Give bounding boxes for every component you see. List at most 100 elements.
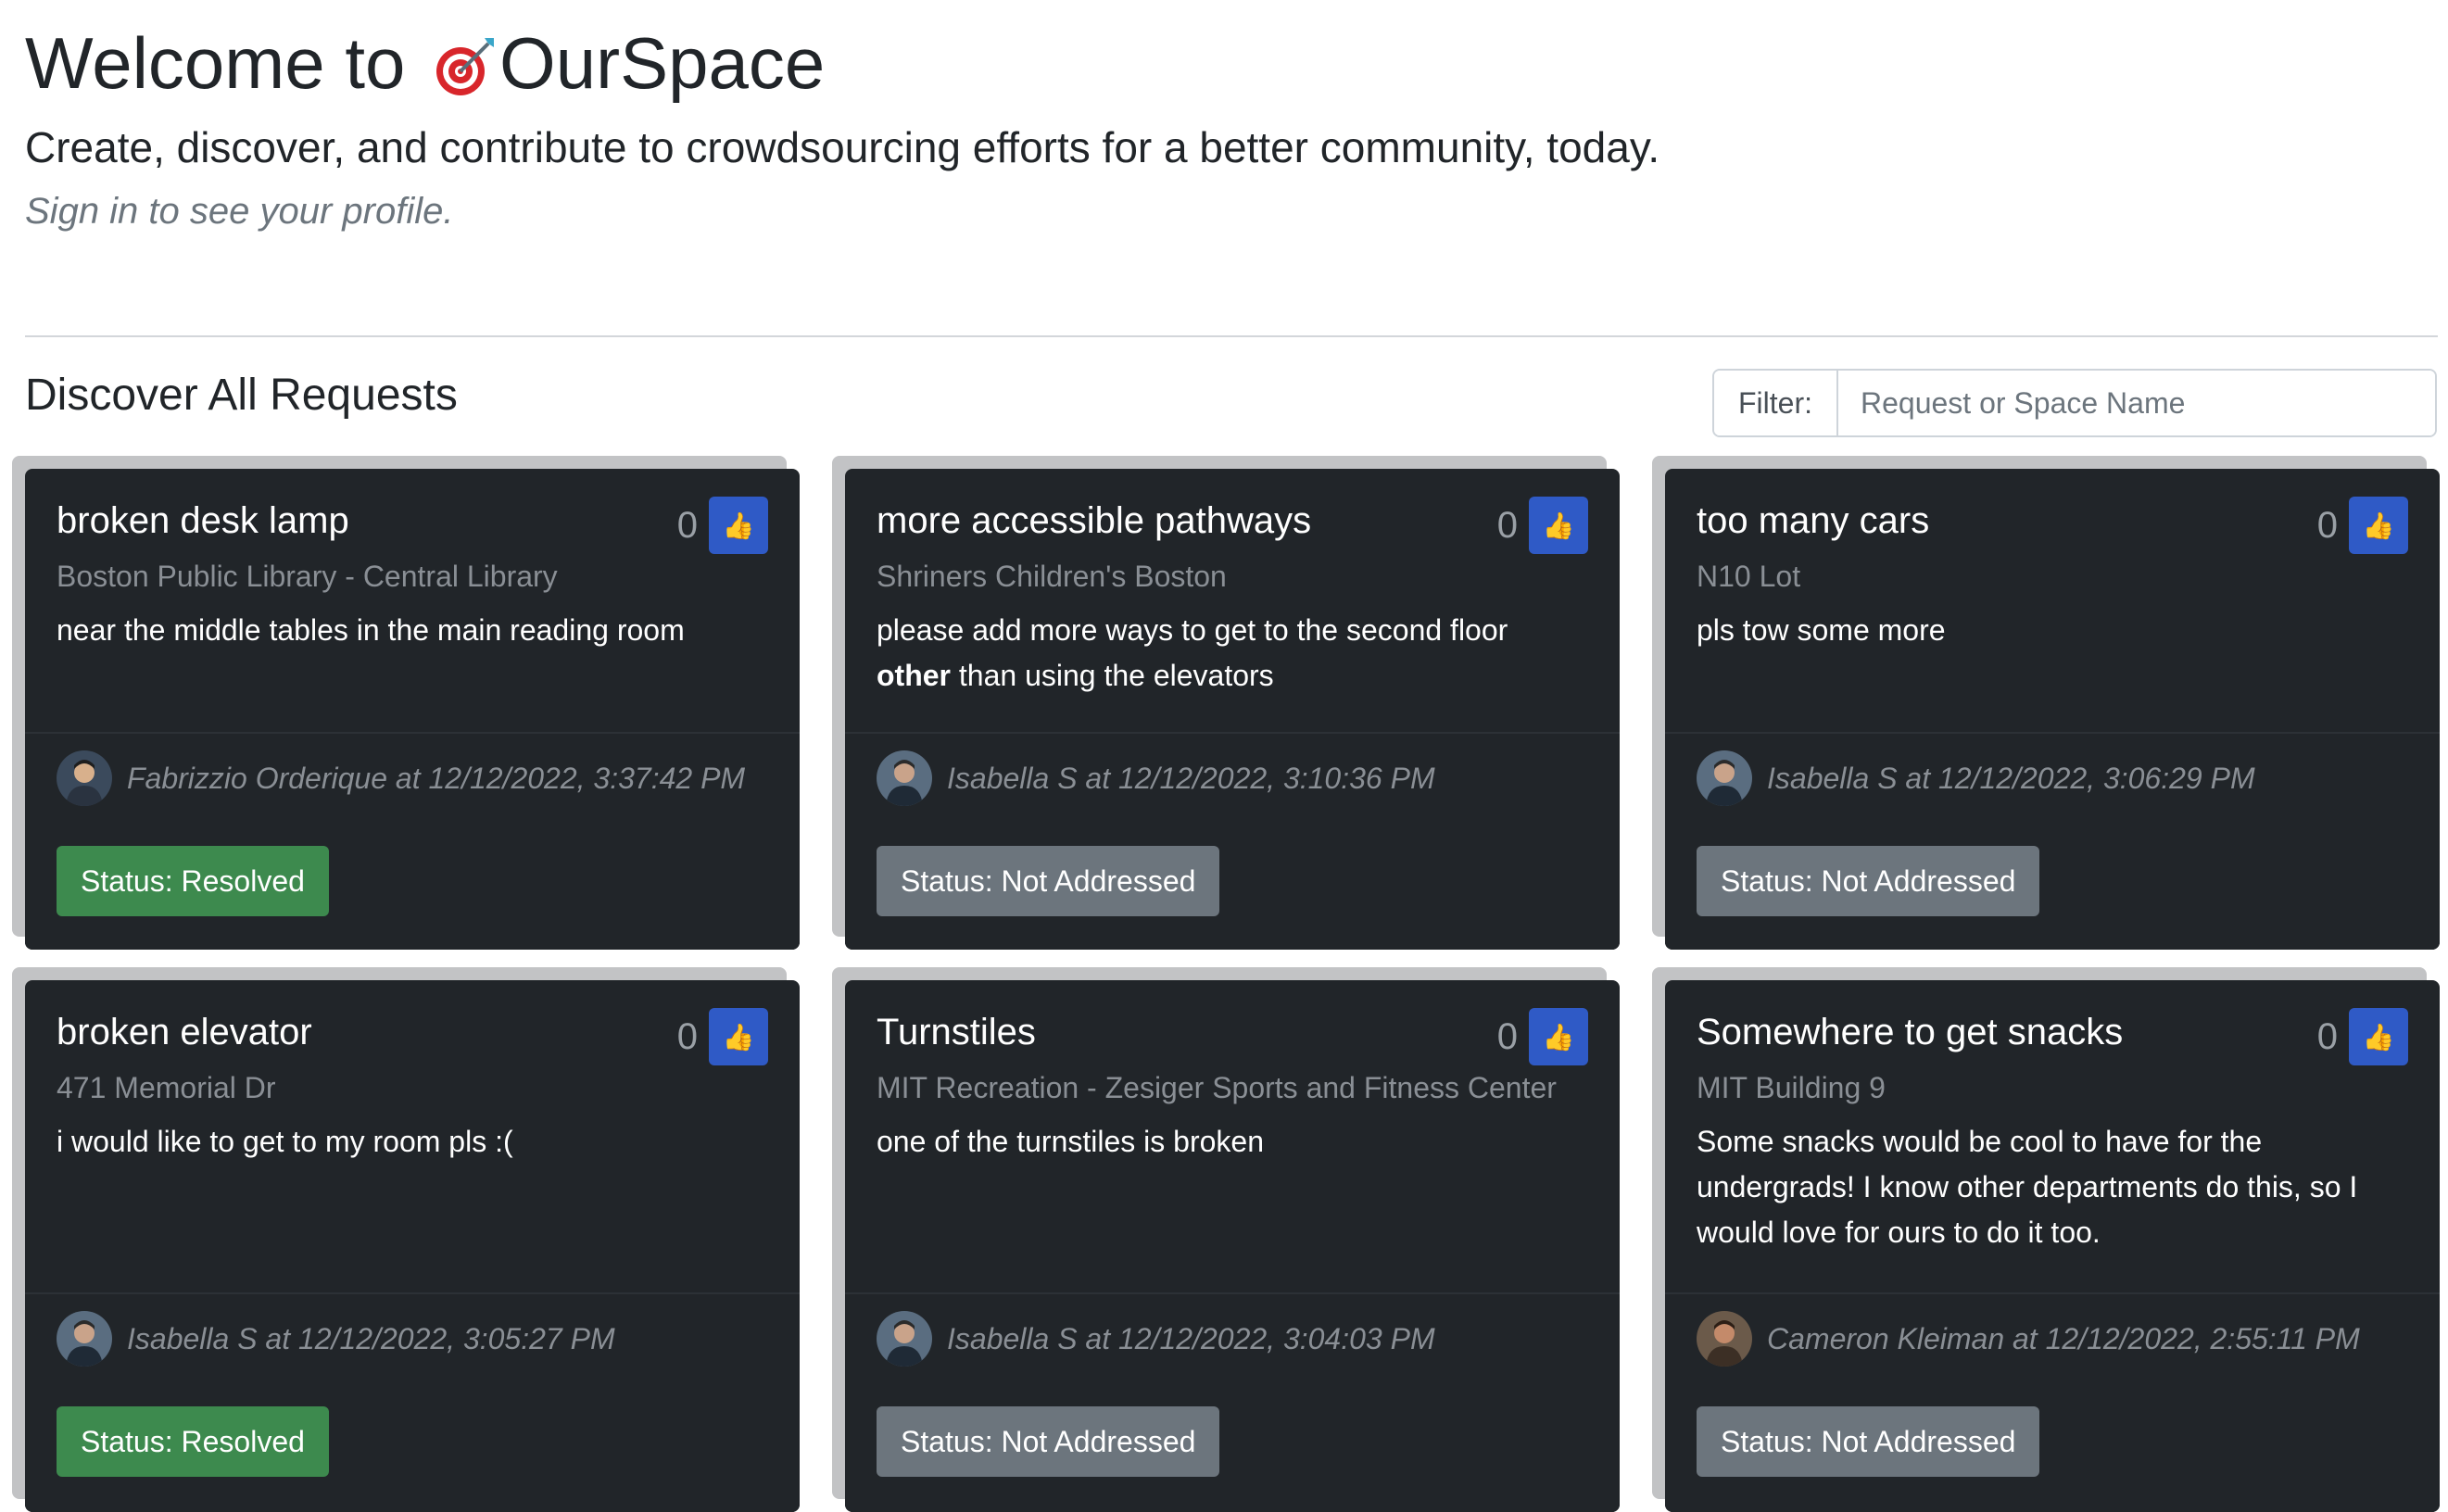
upvote-button[interactable]: 👍 xyxy=(1529,1008,1588,1065)
request-card[interactable]: too many cars 0 👍 N10 Lot pls tow some more I… xyxy=(1652,456,2448,969)
vote-group: 0 👍 xyxy=(1497,1008,1588,1065)
space-name: N10 Lot xyxy=(1697,560,1801,593)
description-text: Some snacks would be cool to have for th… xyxy=(1697,1125,2358,1249)
vote-count: 0 xyxy=(1496,1016,1518,1057)
card-footer: Fabrizzio Orderique at 12/12/2022, 3:37:… xyxy=(25,732,800,950)
author-row: Isabella S at 12/12/2022, 3:04:03 PM xyxy=(877,1311,1435,1367)
card-footer: Isabella S at 12/12/2022, 3:05:27 PM Stat… xyxy=(25,1292,800,1512)
section-title: Discover All Requests xyxy=(25,371,458,420)
request-card[interactable]: Turnstiles 0 👍 MIT Recreation - Zesiger Spo… xyxy=(832,967,1634,1512)
request-title: Somewhere to get snacks xyxy=(1697,1012,2124,1052)
vote-count: 0 xyxy=(2316,505,2338,546)
author-timestamp: Isabella S at 12/12/2022, 3:10:36 PM xyxy=(947,761,1435,795)
author-row: Isabella S at 12/12/2022, 3:05:27 PM xyxy=(57,1311,615,1367)
author-row: Cameron Kleiman at 12/12/2022, 2:55:11 P… xyxy=(1697,1311,2360,1367)
avatar xyxy=(1697,1311,1752,1367)
page-title: Welcome to OurSpace xyxy=(25,17,825,109)
thumbs-up-icon: 👍 xyxy=(1542,510,1575,540)
request-card[interactable]: more accessible pathways 0 👍 Shriners Child… xyxy=(832,456,1634,969)
status-badge: Status: Resolved xyxy=(57,1406,329,1477)
author-timestamp: Isabella S at 12/12/2022, 3:04:03 PM xyxy=(947,1321,1435,1355)
filter-input[interactable] xyxy=(1838,371,2435,435)
author-timestamp: Cameron Kleiman at 12/12/2022, 2:55:11 P… xyxy=(1767,1321,2360,1355)
author-timestamp: Isabella S at 12/12/2022, 3:05:27 PM xyxy=(127,1321,615,1355)
thumbs-up-icon: 👍 xyxy=(722,1022,755,1052)
status-badge: Status: Not Addressed xyxy=(1697,1406,2040,1477)
avatar xyxy=(877,1311,932,1367)
avatar xyxy=(1697,750,1752,806)
card-body: broken elevator 0 👍 471 Memorial Dr i would … xyxy=(25,980,800,1512)
upvote-button[interactable]: 👍 xyxy=(2349,1008,2408,1065)
request-description: i would like to get to my room pls :( xyxy=(57,1119,768,1165)
description-text: please add more ways to get to the secon… xyxy=(877,613,1508,647)
request-title: broken desk lamp xyxy=(57,500,349,541)
status-badge: Status: Not Addressed xyxy=(877,846,1220,916)
request-card[interactable]: broken desk lamp 0 👍 Boston Public Library … xyxy=(12,456,814,969)
vote-group: 0 👍 xyxy=(2317,497,2408,554)
space-name: MIT Building 9 xyxy=(1697,1071,1886,1104)
request-description: one of the turnstiles is broken xyxy=(877,1119,1588,1165)
request-description: please add more ways to get to the secon… xyxy=(877,608,1588,699)
author-timestamp: Isabella S at 12/12/2022, 3:06:29 PM xyxy=(1767,761,2255,795)
vote-count: 0 xyxy=(1496,505,1518,546)
thumbs-up-icon: 👍 xyxy=(2362,510,2395,540)
request-card[interactable]: Somewhere to get snacks 0 👍 MIT Building 9 S… xyxy=(1652,967,2448,1512)
signin-note: Sign in to see your profile. xyxy=(25,191,454,232)
description-text: near the middle tables in the main readi… xyxy=(57,613,685,647)
thumbs-up-icon: 👍 xyxy=(722,510,755,540)
status-badge: Status: Resolved xyxy=(57,846,329,916)
space-name: MIT Recreation - Zesiger Sports and Fitn… xyxy=(877,1071,1557,1104)
vote-group: 0 👍 xyxy=(677,497,768,554)
vote-count: 0 xyxy=(676,505,698,546)
divider xyxy=(25,335,2438,337)
vote-group: 0 👍 xyxy=(1497,497,1588,554)
request-title: too many cars xyxy=(1697,500,1930,541)
filter-group: Filter: xyxy=(1712,369,2437,437)
upvote-button[interactable]: 👍 xyxy=(1529,497,1588,554)
request-description: near the middle tables in the main readi… xyxy=(57,608,768,653)
upvote-button[interactable]: 👍 xyxy=(709,1008,768,1065)
card-footer: Isabella S at 12/12/2022, 3:06:29 PM Stat… xyxy=(1665,732,2440,950)
description-emphasis: other xyxy=(877,659,951,692)
card-body: Somewhere to get snacks 0 👍 MIT Building 9 S… xyxy=(1665,980,2440,1512)
card-body: too many cars 0 👍 N10 Lot pls tow some more I… xyxy=(1665,469,2440,950)
upvote-button[interactable]: 👍 xyxy=(2349,497,2408,554)
author-row: Isabella S at 12/12/2022, 3:06:29 PM xyxy=(1697,750,2255,806)
card-footer: Isabella S at 12/12/2022, 3:10:36 PM Stat… xyxy=(845,732,1620,950)
card-body: Turnstiles 0 👍 MIT Recreation - Zesiger Spo… xyxy=(845,980,1620,1512)
request-title: broken elevator xyxy=(57,1012,312,1052)
vote-count: 0 xyxy=(676,1016,698,1057)
author-row: Fabrizzio Orderique at 12/12/2022, 3:37:… xyxy=(57,750,745,806)
status-badge: Status: Not Addressed xyxy=(1697,846,2040,916)
card-body: broken desk lamp 0 👍 Boston Public Library … xyxy=(25,469,800,950)
upvote-button[interactable]: 👍 xyxy=(709,497,768,554)
description-text: one of the turnstiles is broken xyxy=(877,1125,1265,1158)
avatar xyxy=(57,1311,112,1367)
thumbs-up-icon: 👍 xyxy=(1542,1022,1575,1052)
request-description: pls tow some more xyxy=(1697,608,2408,653)
request-card[interactable]: broken elevator 0 👍 471 Memorial Dr i would … xyxy=(12,967,814,1512)
avatar xyxy=(57,750,112,806)
card-footer: Cameron Kleiman at 12/12/2022, 2:55:11 P… xyxy=(1665,1292,2440,1512)
page-subtitle: Create, discover, and contribute to crow… xyxy=(25,123,1660,171)
vote-group: 0 👍 xyxy=(2317,1008,2408,1065)
card-footer: Isabella S at 12/12/2022, 3:04:03 PM Stat… xyxy=(845,1292,1620,1512)
author-timestamp: Fabrizzio Orderique at 12/12/2022, 3:37:… xyxy=(127,761,746,795)
description-text: pls tow some more xyxy=(1697,613,1946,647)
request-title: more accessible pathways xyxy=(877,500,1312,541)
filter-label: Filter: xyxy=(1714,371,1838,435)
vote-group: 0 👍 xyxy=(677,1008,768,1065)
target-dart-icon xyxy=(433,28,498,95)
request-title: Turnstiles xyxy=(877,1012,1036,1052)
request-description: Some snacks would be cool to have for th… xyxy=(1697,1119,2408,1255)
space-name: Boston Public Library - Central Library xyxy=(57,560,558,593)
description-text: than using the elevators xyxy=(951,659,1274,692)
space-name: 471 Memorial Dr xyxy=(57,1071,276,1104)
page: Welcome to OurSpace Create, discover, an… xyxy=(0,0,2448,1512)
author-row: Isabella S at 12/12/2022, 3:10:36 PM xyxy=(877,750,1435,806)
title-brand: OurSpace xyxy=(499,22,826,104)
thumbs-up-icon: 👍 xyxy=(2362,1022,2395,1052)
space-name: Shriners Children's Boston xyxy=(877,560,1227,593)
description-text: i would like to get to my room pls :( xyxy=(57,1125,513,1158)
avatar xyxy=(877,750,932,806)
